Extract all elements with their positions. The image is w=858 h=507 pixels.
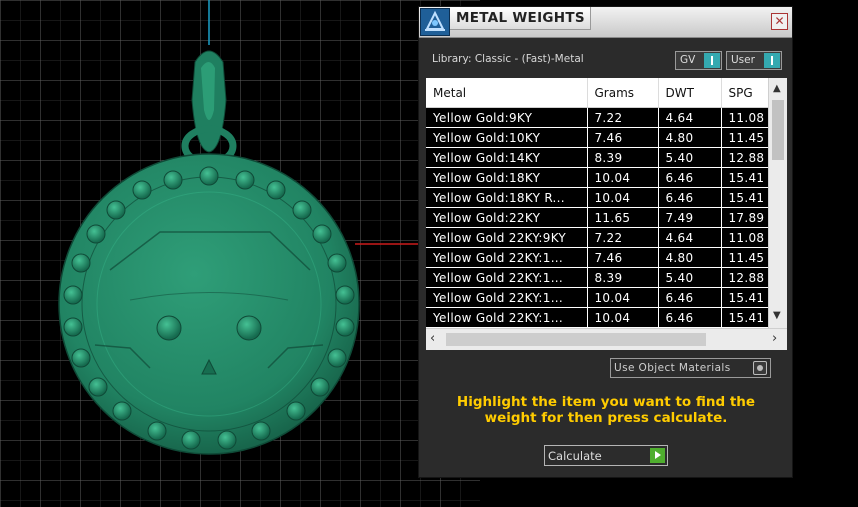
cell-dwt: 5.40 — [658, 147, 722, 168]
horizontal-scroll-thumb[interactable] — [446, 333, 706, 346]
table-row[interactable]: Yellow Gold:18KY R... 10.04 6.46 15.41 — [426, 187, 768, 208]
column-header-dwt[interactable]: DWT — [658, 78, 722, 108]
user-toggle-indicator-icon — [764, 53, 780, 68]
use-object-materials-toggle[interactable]: Use Object Materials — [610, 358, 771, 378]
table-row[interactable]: Yellow Gold 22KY:1... 10.04 6.46 15.41 — [426, 287, 768, 308]
gv-toggle-indicator-icon — [704, 53, 720, 68]
play-icon — [650, 448, 665, 463]
cell-grams: 10.04 — [587, 287, 659, 308]
cell-dwt: 4.64 — [658, 107, 722, 128]
cell-grams: 10.04 — [587, 187, 659, 208]
close-icon[interactable]: ✕ — [771, 13, 788, 30]
scroll-down-chevron-icon[interactable]: ▼ — [773, 310, 781, 321]
cell-dwt: 4.80 — [658, 247, 722, 268]
cell-spg: 15.41 — [721, 307, 768, 328]
cell-spg: 12.88 — [721, 147, 768, 168]
panel-title: METAL WEIGHTS — [456, 10, 585, 26]
cell-metal: Yellow Gold 22KY:1... — [426, 247, 588, 268]
scroll-right-chevron-icon[interactable]: › — [772, 331, 777, 346]
gv-toggle-label: GV — [680, 54, 696, 66]
cell-grams: 7.22 — [587, 227, 659, 248]
cell-dwt: 7.49 — [658, 207, 722, 228]
cell-metal: Yellow Gold 22KY:1... — [426, 267, 588, 288]
metal-weights-app-icon — [420, 8, 450, 36]
table-row[interactable]: Yellow Gold:18KY 10.04 6.46 15.41 — [426, 167, 768, 188]
gv-toggle[interactable]: GV — [675, 51, 722, 70]
use-object-materials-label: Use Object Materials — [614, 362, 731, 374]
cell-metal: Yellow Gold:18KY R... — [426, 187, 588, 208]
cell-spg: 11.08 — [721, 107, 768, 128]
vertical-scrollbar[interactable]: ▲ ▼ — [768, 78, 787, 328]
cell-dwt: 6.46 — [658, 287, 722, 308]
table-header-row: Metal Grams DWT SPG — [426, 78, 768, 108]
column-header-spg[interactable]: SPG — [721, 78, 768, 108]
horizontal-scrollbar[interactable]: ‹ › — [426, 328, 787, 350]
cell-grams: 7.46 — [587, 247, 659, 268]
cell-metal: Yellow Gold 22KY:1... — [426, 307, 588, 328]
cell-grams: 10.04 — [587, 167, 659, 188]
cell-metal: Yellow Gold 22KY:1... — [426, 287, 588, 308]
cell-metal: Yellow Gold:10KY — [426, 127, 588, 148]
cell-grams: 8.39 — [587, 267, 659, 288]
cell-metal: Yellow Gold:22KY — [426, 207, 588, 228]
table-row[interactable]: Yellow Gold 22KY:1... 7.46 4.80 11.45 — [426, 247, 768, 268]
calculate-label: Calculate — [548, 449, 602, 463]
cell-dwt: 6.46 — [658, 307, 722, 328]
table-row[interactable]: Yellow Gold:14KY 8.39 5.40 12.88 — [426, 147, 768, 168]
table-row[interactable]: Yellow Gold 22KY:9KY 7.22 4.64 11.08 — [426, 227, 768, 248]
scroll-up-chevron-icon[interactable]: ▲ — [773, 83, 781, 94]
calculate-button[interactable]: Calculate — [544, 445, 668, 466]
table-row[interactable]: Yellow Gold:9KY 7.22 4.64 11.08 — [426, 107, 768, 128]
cell-metal: Yellow Gold:9KY — [426, 107, 588, 128]
cell-dwt: 6.46 — [658, 167, 722, 188]
scroll-left-chevron-icon[interactable]: ‹ — [430, 331, 435, 346]
radio-icon — [753, 361, 767, 375]
user-toggle-label: User — [731, 54, 755, 66]
instructions-text: Highlight the item you want to find the … — [456, 394, 756, 426]
cell-grams: 8.39 — [587, 147, 659, 168]
metal-weights-table: Metal Grams DWT SPG Yellow Gold:9KY 7.22 4… — [426, 78, 768, 328]
library-label: Library: Classic - (Fast)-Metal — [432, 53, 584, 65]
table-row[interactable]: Yellow Gold 22KY:1... 10.04 6.46 15.41 — [426, 307, 768, 328]
table-row[interactable]: Yellow Gold:10KY 7.46 4.80 11.45 — [426, 127, 768, 148]
column-header-metal[interactable]: Metal — [426, 78, 588, 108]
vertical-scroll-thumb[interactable] — [772, 100, 784, 160]
cell-grams: 11.65 — [587, 207, 659, 228]
metal-table-container: Metal Grams DWT SPG Yellow Gold:9KY 7.22 4… — [426, 78, 787, 350]
cell-metal: Yellow Gold:14KY — [426, 147, 588, 168]
user-toggle[interactable]: User — [726, 51, 782, 70]
cell-spg: 12.88 — [721, 267, 768, 288]
cell-spg: 15.41 — [721, 287, 768, 308]
cell-dwt: 5.40 — [658, 267, 722, 288]
table-row[interactable]: Yellow Gold:22KY 11.65 7.49 17.89 — [426, 207, 768, 228]
column-header-grams[interactable]: Grams — [587, 78, 659, 108]
cell-spg: 11.45 — [721, 247, 768, 268]
panel-title-bar[interactable]: METAL WEIGHTS ✕ — [419, 7, 792, 38]
cell-spg: 15.41 — [721, 187, 768, 208]
metal-weights-panel: METAL WEIGHTS ✕ Library: Classic - (Fast… — [418, 6, 793, 478]
cell-spg: 11.08 — [721, 227, 768, 248]
cell-grams: 10.04 — [587, 307, 659, 328]
cell-dwt: 6.46 — [658, 187, 722, 208]
table-row[interactable]: Yellow Gold 22KY:1... 8.39 5.40 12.88 — [426, 267, 768, 288]
cell-spg: 11.45 — [721, 127, 768, 148]
cell-grams: 7.22 — [587, 107, 659, 128]
pendant-medallion — [58, 153, 360, 455]
cell-metal: Yellow Gold 22KY:9KY — [426, 227, 588, 248]
cell-dwt: 4.64 — [658, 227, 722, 248]
cell-spg: 15.41 — [721, 167, 768, 188]
cell-dwt: 4.80 — [658, 127, 722, 148]
cell-grams: 7.46 — [587, 127, 659, 148]
cell-spg: 17.89 — [721, 207, 768, 228]
metal-table-viewport: Metal Grams DWT SPG Yellow Gold:9KY 7.22 4… — [426, 78, 768, 328]
cell-metal: Yellow Gold:18KY — [426, 167, 588, 188]
